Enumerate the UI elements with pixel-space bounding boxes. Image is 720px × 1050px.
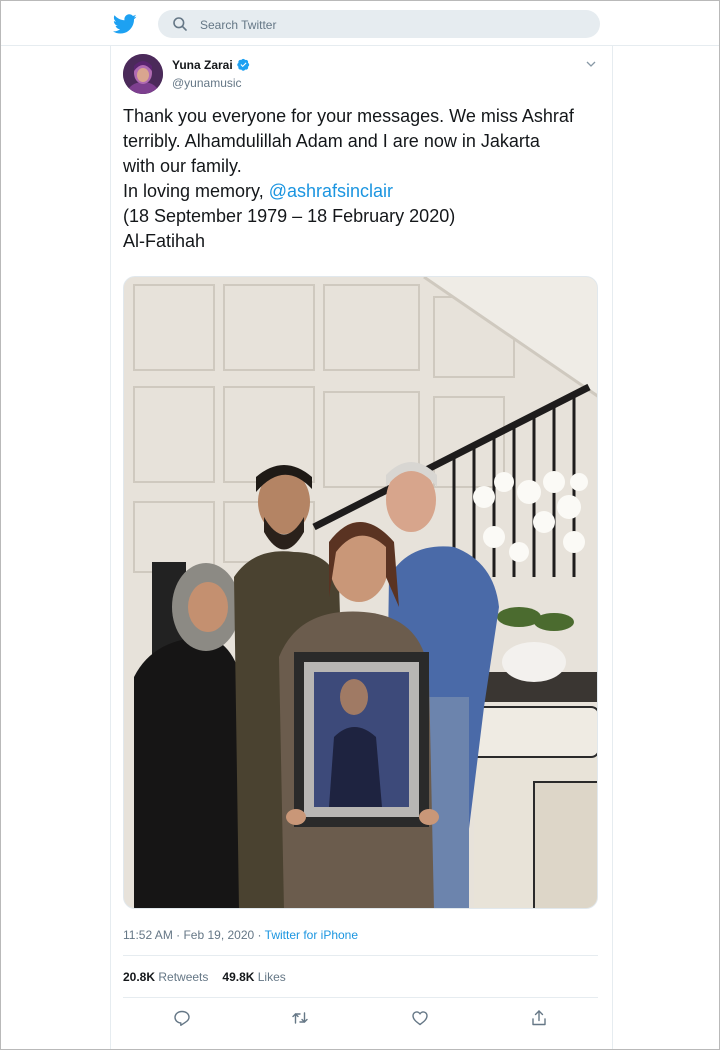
- tweet-text-segment: In loving memory,: [123, 181, 269, 201]
- verified-badge-icon: [237, 58, 250, 71]
- tweet-text-line: Thank you everyone for your messages. We…: [123, 106, 574, 126]
- tweet-text-line: (18 September 1979 – 18 February 2020): [123, 206, 456, 226]
- likes-label: Likes: [254, 970, 286, 984]
- tweet-meta: 11:52 AM · Feb 19, 2020 · Twitter for iP…: [123, 928, 358, 942]
- tweet-photo[interactable]: [123, 276, 598, 909]
- avatar[interactable]: [123, 54, 163, 94]
- divider: [123, 997, 598, 998]
- tweet-text-line: terribly. Alhamdulillah Adam and I are n…: [123, 131, 540, 151]
- author-handle[interactable]: @yunamusic: [172, 76, 242, 90]
- likes-count: 49.8K: [222, 970, 255, 984]
- tweet-text-line: In loving memory, @ashrafsinclair: [123, 179, 598, 204]
- likes-stat[interactable]: 49.8K Likes: [222, 970, 285, 984]
- retweets-stat[interactable]: 20.8K Retweets: [123, 970, 208, 984]
- retweet-icon[interactable]: [291, 1009, 309, 1027]
- share-icon[interactable]: [530, 1009, 548, 1027]
- chevron-down-icon[interactable]: [585, 58, 597, 70]
- tweet-text-line: Al-Fatihah: [123, 231, 206, 251]
- reply-icon[interactable]: [173, 1009, 191, 1027]
- tweet-text-line: with our family.: [123, 156, 242, 176]
- divider: [123, 955, 598, 956]
- tweet-timestamp[interactable]: 11:52 AM · Feb 19, 2020 ·: [123, 928, 265, 942]
- top-bar: [1, 1, 719, 46]
- tweet-stats: 20.8K Retweets 49.8K Likes: [123, 970, 286, 984]
- author-name[interactable]: Yuna Zarai: [172, 58, 233, 72]
- tweet-source-link[interactable]: Twitter for iPhone: [265, 928, 358, 942]
- heart-icon[interactable]: [411, 1009, 429, 1027]
- retweets-count: 20.8K: [123, 970, 156, 984]
- search-box[interactable]: [158, 10, 600, 38]
- search-icon: [173, 17, 187, 31]
- tweet-text: Thank you everyone for your messages. We…: [123, 104, 598, 254]
- retweets-label: Retweets: [155, 970, 209, 984]
- search-input[interactable]: [198, 14, 582, 36]
- tweet-actions: [0, 1009, 720, 1029]
- mention-link[interactable]: @ashrafsinclair: [269, 181, 393, 201]
- twitter-bird-icon[interactable]: [113, 12, 137, 36]
